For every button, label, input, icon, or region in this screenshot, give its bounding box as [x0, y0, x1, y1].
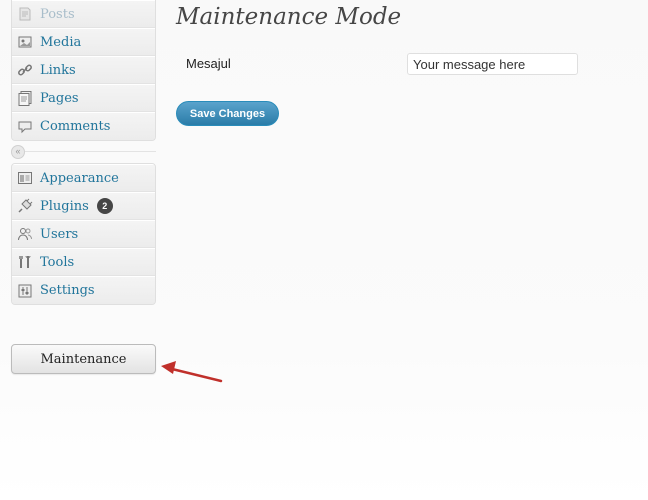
menu-group-admin: Appearance Plugins 2 Users Tools Setting… — [11, 163, 156, 305]
sidebar-item-label: Users — [40, 226, 79, 242]
admin-sidebar: Posts Media Links Pages Comments « Appea… — [11, 0, 156, 305]
sidebar-item-users[interactable]: Users — [12, 220, 155, 248]
sidebar-item-plugins[interactable]: Plugins 2 — [12, 192, 155, 220]
sidebar-item-label: Comments — [40, 119, 111, 134]
sidebar-item-media[interactable]: Media — [12, 28, 155, 56]
sidebar-item-settings[interactable]: Settings — [12, 276, 155, 304]
sidebar-item-label: Tools — [40, 254, 75, 270]
users-icon — [16, 225, 34, 243]
annotation-arrow-icon — [161, 361, 223, 383]
sidebar-item-comments[interactable]: Comments — [12, 112, 155, 140]
sidebar-item-tools[interactable]: Tools — [12, 248, 155, 276]
menu-group-content: Posts Media Links Pages Comments — [11, 0, 156, 141]
sidebar-item-appearance[interactable]: Appearance — [12, 164, 155, 192]
sidebar-item-label: Plugins — [40, 198, 89, 214]
message-input[interactable] — [407, 53, 578, 75]
sidebar-item-label: Appearance — [40, 170, 119, 186]
message-field-label: Mesajul — [186, 56, 231, 71]
appearance-icon — [16, 169, 34, 187]
posts-icon — [16, 5, 34, 23]
plugins-icon — [16, 197, 34, 215]
sidebar-item-pages[interactable]: Pages — [12, 84, 155, 112]
sidebar-item-posts[interactable]: Posts — [12, 0, 155, 28]
sidebar-item-label: Settings — [40, 283, 95, 298]
tools-icon — [16, 253, 34, 271]
separator-line — [25, 151, 156, 152]
maintenance-menu-button[interactable]: Maintenance — [11, 344, 156, 374]
collapse-menu-button[interactable]: « — [11, 145, 25, 159]
comments-icon — [16, 118, 34, 136]
save-changes-button[interactable]: Save Changes — [176, 101, 279, 126]
sidebar-item-label: Posts — [40, 6, 75, 22]
links-icon — [16, 61, 34, 79]
sidebar-item-label: Pages — [40, 90, 79, 106]
pages-icon — [16, 89, 34, 107]
sidebar-item-links[interactable]: Links — [12, 56, 155, 84]
media-icon — [16, 33, 34, 51]
settings-icon — [16, 282, 34, 300]
page-title: Maintenance Mode — [176, 4, 402, 30]
menu-separator: « — [11, 141, 156, 163]
sidebar-item-label: Links — [40, 62, 76, 78]
sidebar-item-label: Media — [40, 34, 82, 50]
plugins-update-count-badge: 2 — [96, 198, 113, 214]
